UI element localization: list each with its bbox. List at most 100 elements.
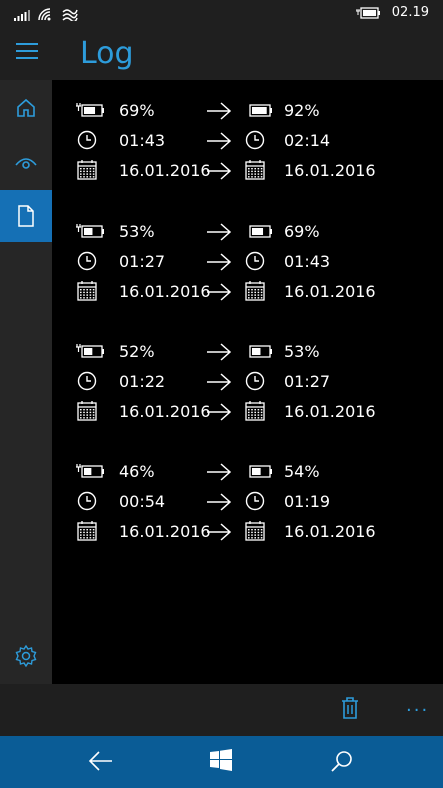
log-entry: 53% 69% 01:27 01:43 16.01.2016 16.01.2016 xyxy=(52,217,443,317)
end-value: 01:19 xyxy=(284,492,331,511)
right-arrow-icon xyxy=(207,132,232,150)
end-value: 16.01.2016 xyxy=(284,522,376,541)
status-icons xyxy=(14,8,78,21)
start-icon xyxy=(76,99,106,125)
log-entry: 46% 54% 00:54 01:19 16.01.2016 16.01.2016 xyxy=(52,457,443,557)
calendar-icon xyxy=(245,281,265,301)
arrow xyxy=(206,372,232,396)
end-value: 54% xyxy=(284,462,320,481)
log-entry: 52% 53% 01:22 01:27 16.01.2016 16.01.2016 xyxy=(52,337,443,437)
home-icon xyxy=(17,98,35,117)
time-row: 01:43 02:14 xyxy=(52,126,443,156)
sidebar-item-monitor[interactable] xyxy=(0,136,52,188)
search-button[interactable] xyxy=(330,749,354,777)
document-icon xyxy=(18,205,34,227)
battery-charging-icon xyxy=(76,103,104,117)
network-activity-icon xyxy=(62,9,78,21)
trash-icon xyxy=(342,697,358,719)
clock-icon xyxy=(77,491,97,511)
end-icon xyxy=(244,159,266,185)
calendar-icon xyxy=(77,160,97,180)
time-row: 01:27 01:43 xyxy=(52,247,443,277)
arrow xyxy=(206,101,232,125)
back-button[interactable] xyxy=(88,749,114,777)
calendar-icon xyxy=(77,281,97,301)
arrow xyxy=(206,252,232,276)
right-arrow-icon xyxy=(207,343,232,361)
gear-icon xyxy=(15,644,37,668)
right-arrow-icon xyxy=(207,162,232,180)
right-arrow-icon xyxy=(207,523,232,541)
right-arrow-icon xyxy=(207,463,232,481)
start-icon xyxy=(76,400,98,426)
end-value: 53% xyxy=(284,342,320,361)
clock-icon xyxy=(245,251,265,271)
clock-icon xyxy=(77,371,97,391)
arrow xyxy=(206,522,232,546)
arrow xyxy=(206,131,232,155)
end-icon xyxy=(244,129,266,155)
end-icon xyxy=(244,520,266,546)
app-bar: ··· xyxy=(0,684,443,736)
start-value: 46% xyxy=(119,462,155,481)
battery-charging-icon xyxy=(76,224,104,238)
eye-icon xyxy=(15,158,37,169)
end-value: 16.01.2016 xyxy=(284,402,376,421)
search-icon xyxy=(331,751,352,772)
system-nav-bar xyxy=(0,736,443,788)
end-icon xyxy=(244,220,274,246)
delete-button[interactable] xyxy=(340,696,360,724)
status-bar: 02.19 xyxy=(0,0,443,30)
more-options-button[interactable]: ··· xyxy=(406,700,429,721)
right-arrow-icon xyxy=(207,283,232,301)
date-row: 16.01.2016 16.01.2016 xyxy=(52,397,443,427)
end-value: 92% xyxy=(284,101,320,120)
start-value: 53% xyxy=(119,222,155,241)
battery-charging-icon xyxy=(76,344,104,358)
end-icon xyxy=(244,280,266,306)
calendar-icon xyxy=(245,401,265,421)
sidebar-item-home[interactable] xyxy=(0,82,52,134)
time-row: 00:54 01:19 xyxy=(52,487,443,517)
windows-start-button[interactable] xyxy=(210,749,232,775)
end-icon xyxy=(244,400,266,426)
sidebar xyxy=(0,80,52,684)
end-value: 01:43 xyxy=(284,252,331,271)
end-icon xyxy=(244,490,266,516)
battery-charging-icon xyxy=(76,464,104,478)
start-icon xyxy=(76,490,98,516)
arrow xyxy=(206,492,232,516)
start-icon xyxy=(76,250,98,276)
calendar-icon xyxy=(245,160,265,180)
start-icon xyxy=(76,520,98,546)
clock-icon xyxy=(77,130,97,150)
right-arrow-icon xyxy=(207,373,232,391)
right-arrow-icon xyxy=(207,403,232,421)
start-value: 16.01.2016 xyxy=(119,522,211,541)
calendar-icon xyxy=(245,521,265,541)
hamburger-menu-icon[interactable] xyxy=(16,43,38,63)
battery-icon xyxy=(249,345,272,358)
header: Log xyxy=(0,30,443,80)
end-value: 01:27 xyxy=(284,372,331,391)
battery-icon xyxy=(249,465,272,478)
arrow xyxy=(206,402,232,426)
arrow xyxy=(206,282,232,306)
end-value: 16.01.2016 xyxy=(284,282,376,301)
start-value: 16.01.2016 xyxy=(119,282,211,301)
end-value: 02:14 xyxy=(284,131,331,150)
end-value: 69% xyxy=(284,222,320,241)
end-icon xyxy=(244,250,266,276)
arrow xyxy=(206,342,232,366)
start-value: 01:22 xyxy=(119,372,166,391)
sidebar-item-settings[interactable] xyxy=(0,630,52,682)
sidebar-item-log[interactable] xyxy=(0,190,52,242)
battery-row: 46% 54% xyxy=(52,457,443,487)
end-icon xyxy=(244,370,266,396)
battery-row: 53% 69% xyxy=(52,217,443,247)
wifi-icon xyxy=(38,8,51,21)
right-arrow-icon xyxy=(207,253,232,271)
clock-icon xyxy=(245,371,265,391)
date-row: 16.01.2016 16.01.2016 xyxy=(52,517,443,547)
date-row: 16.01.2016 16.01.2016 xyxy=(52,156,443,186)
